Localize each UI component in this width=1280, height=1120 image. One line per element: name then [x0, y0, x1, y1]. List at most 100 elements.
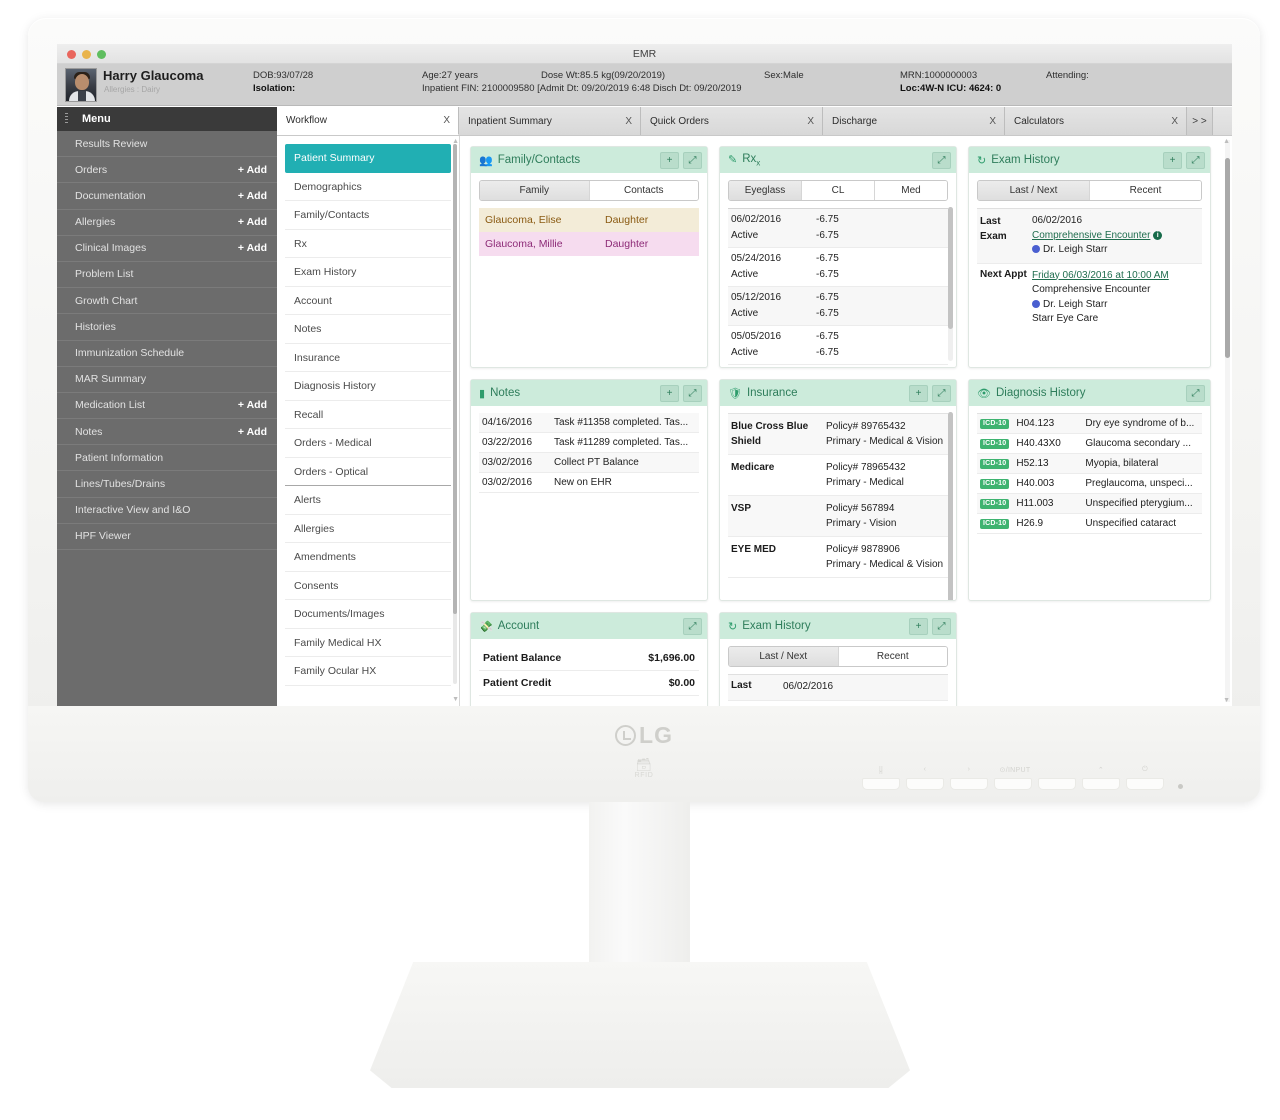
- workflow-item-allergies[interactable]: Allergies: [285, 515, 451, 543]
- tab-quick-orders[interactable]: Quick Orders X: [641, 107, 823, 135]
- workflow-item-family-ocular-hx[interactable]: Family Ocular HX: [285, 657, 451, 686]
- menu-item-medication-list[interactable]: Medication List + Add: [57, 392, 277, 420]
- expand-button[interactable]: ⤢: [932, 384, 951, 402]
- menu-item-patient-information[interactable]: Patient Information: [57, 445, 277, 472]
- workflow-item-patient-summary[interactable]: Patient Summary: [285, 144, 451, 173]
- monitor-button-input[interactable]: [994, 778, 1032, 790]
- menu-item-add[interactable]: + Add: [238, 209, 267, 235]
- workflow-item-orders-optical[interactable]: Orders - Optical: [285, 458, 451, 486]
- family-row[interactable]: Glaucoma, Millie Daughter: [479, 232, 699, 256]
- insurance-row[interactable]: Medicare Policy# 78965432 Primary - Medic…: [728, 455, 948, 496]
- menu-item-add[interactable]: + Add: [238, 419, 267, 445]
- menu-item-orders[interactable]: Orders + Add: [57, 157, 277, 184]
- workflow-item-orders-medical[interactable]: Orders - Medical: [285, 429, 451, 458]
- menu-item-add[interactable]: + Add: [238, 183, 267, 209]
- window-close-button[interactable]: [67, 50, 76, 59]
- scroll-down-icon[interactable]: ▼: [1223, 697, 1230, 704]
- workflow-item-demographics[interactable]: Demographics: [285, 173, 451, 201]
- monitor-button-right-icon[interactable]: ›: [950, 766, 988, 773]
- tab-close-icon[interactable]: X: [625, 116, 632, 127]
- toggle-med[interactable]: Med: [875, 181, 947, 200]
- workflow-item-recall[interactable]: Recall: [285, 401, 451, 429]
- workflow-item-exam-history[interactable]: Exam History: [285, 258, 451, 287]
- monitor-button-power-icon[interactable]: ⏻: [1126, 766, 1164, 774]
- menu-item-problem-list[interactable]: Problem List: [57, 262, 277, 289]
- menu-item-results-review[interactable]: Results Review: [57, 131, 277, 158]
- expand-button[interactable]: ⤢: [1186, 384, 1205, 402]
- expand-button[interactable]: ⤢: [683, 151, 702, 169]
- monitor-button-left-icon[interactable]: ‹: [906, 766, 944, 773]
- menu-item-notes[interactable]: Notes + Add: [57, 419, 277, 446]
- monitor-button-left[interactable]: [906, 778, 944, 790]
- window-minimize-button[interactable]: [82, 50, 91, 59]
- add-button[interactable]: +: [660, 151, 679, 169]
- workflow-scroll-down-icon[interactable]: ▼: [452, 696, 459, 703]
- workflow-item-amendments[interactable]: Amendments: [285, 543, 451, 572]
- note-row[interactable]: 03/02/2016 New on EHR: [479, 473, 699, 493]
- add-button[interactable]: +: [1163, 151, 1182, 169]
- monitor-button-up[interactable]: [1082, 778, 1120, 790]
- rx-row[interactable]: 06/02/2016 Active -6.75 -6.75: [728, 208, 948, 248]
- expand-button[interactable]: ⤢: [683, 384, 702, 402]
- tab-overflow-button[interactable]: > >: [1187, 107, 1213, 135]
- add-button[interactable]: +: [660, 384, 679, 402]
- workflow-scrollbar[interactable]: [453, 144, 457, 684]
- menu-item-hpf-viewer[interactable]: HPF Viewer: [57, 524, 277, 550]
- tab-calculators[interactable]: Calculators X: [1005, 107, 1187, 135]
- rx-row[interactable]: 05/12/2016 Active -6.75 -6.75: [728, 287, 948, 326]
- expand-button[interactable]: ⤢: [1186, 151, 1205, 169]
- menu-item-documentation[interactable]: Documentation + Add: [57, 183, 277, 210]
- toggle-last-next[interactable]: Last / Next: [729, 647, 839, 666]
- menu-item-immunization-schedule[interactable]: Immunization Schedule: [57, 341, 277, 367]
- add-button[interactable]: +: [909, 384, 928, 402]
- monitor-button-input-icon[interactable]: ⊙/INPUT: [990, 766, 1040, 774]
- toggle-eyeglass[interactable]: Eyeglass: [729, 181, 802, 200]
- workflow-item-family-medical-hx[interactable]: Family Medical HX: [285, 629, 451, 657]
- workflow-item-alerts[interactable]: Alerts: [285, 486, 451, 515]
- tab-discharge[interactable]: Discharge X: [823, 107, 1005, 135]
- tab-inpatient-summary[interactable]: Inpatient Summary X: [459, 107, 641, 135]
- menu-item-add[interactable]: + Add: [238, 392, 267, 418]
- toggle-recent[interactable]: Recent: [838, 647, 947, 666]
- insurance-row[interactable]: VSP Policy# 567894 Primary - Vision: [728, 496, 948, 537]
- expand-button[interactable]: ⤢: [932, 617, 951, 635]
- tab-close-icon[interactable]: X: [989, 116, 996, 127]
- monitor-button-right[interactable]: [950, 778, 988, 790]
- note-row[interactable]: 04/16/2016 Task #11358 completed. Tas...: [479, 413, 699, 433]
- workflow-item-notes[interactable]: Notes: [285, 315, 451, 344]
- workflow-item-documents-images[interactable]: Documents/Images: [285, 600, 451, 629]
- window-maximize-button[interactable]: [97, 50, 106, 59]
- tab-close-icon[interactable]: X: [807, 116, 814, 127]
- monitor-button-down[interactable]: [1038, 778, 1076, 790]
- insurance-scrollbar[interactable]: [948, 412, 953, 600]
- info-icon[interactable]: i: [1153, 230, 1163, 240]
- diagnosis-row[interactable]: ICD-10 H26.9 Unspecified cataract: [977, 514, 1202, 534]
- menu-item-growth-chart[interactable]: Growth Chart: [57, 288, 277, 315]
- rx-toggle[interactable]: Eyeglass CL Med: [728, 180, 948, 201]
- monitor-button-down-icon[interactable]: ⌄: [862, 766, 900, 774]
- toggle-cl[interactable]: CL: [802, 181, 875, 200]
- next-appt-datetime-link[interactable]: Friday 06/03/2016 at 10:00 AM: [1032, 270, 1169, 281]
- monitor-button-power[interactable]: [1126, 778, 1164, 790]
- exam-history-toggle[interactable]: Last / Next Recent: [977, 180, 1202, 201]
- diagnosis-row[interactable]: ICD-10 H11.003 Unspecified pterygium...: [977, 494, 1202, 514]
- menu-item-interactive-view-and-io[interactable]: Interactive View and I&O: [57, 498, 277, 524]
- menu-item-clinical-images[interactable]: Clinical Images + Add: [57, 236, 277, 262]
- menu-item-add[interactable]: + Add: [238, 157, 267, 183]
- tab-workflow[interactable]: Workflow X: [277, 107, 459, 135]
- workflow-item-family-contacts[interactable]: Family/Contacts: [285, 201, 451, 230]
- diagnosis-row[interactable]: ICD-10 H52.13 Myopia, bilateral: [977, 454, 1202, 474]
- last-exam-encounter-link[interactable]: Comprehensive Encounter: [1032, 230, 1150, 241]
- menu-item-mar-summary[interactable]: MAR Summary: [57, 367, 277, 393]
- family-row[interactable]: Glaucoma, Elise Daughter: [479, 208, 699, 232]
- toggle-contacts[interactable]: Contacts: [589, 181, 698, 200]
- diagnosis-row[interactable]: ICD-10 H40.003 Preglaucoma, unspeci...: [977, 474, 1202, 494]
- workflow-item-diagnosis-history[interactable]: Diagnosis History: [285, 372, 451, 401]
- tab-close-icon[interactable]: X: [1171, 116, 1178, 127]
- diagnosis-row[interactable]: ICD-10 H40.43X0 Glaucoma secondary ...: [977, 434, 1202, 454]
- rx-row[interactable]: 05/24/2016 Active -6.75 -6.75: [728, 248, 948, 287]
- family-contacts-toggle[interactable]: Family Contacts: [479, 180, 699, 201]
- rx-scrollbar[interactable]: [948, 207, 953, 361]
- note-row[interactable]: 03/02/2016 Collect PT Balance: [479, 453, 699, 473]
- menu-item-lines-tubes-drains[interactable]: Lines/Tubes/Drains: [57, 471, 277, 498]
